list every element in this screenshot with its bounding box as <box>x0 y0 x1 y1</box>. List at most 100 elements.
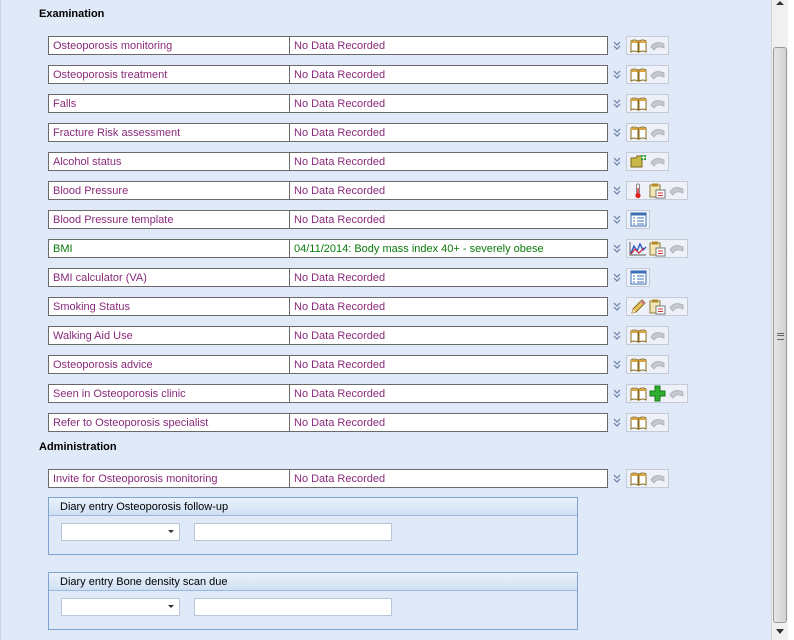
scroll-down-arrow-icon[interactable] <box>776 629 784 634</box>
add-folder-icon[interactable] <box>629 154 647 170</box>
data-entry-row[interactable]: Osteoporosis advice No Data Recorded <box>48 355 608 374</box>
row-action-group <box>626 413 669 432</box>
undo-icon[interactable] <box>667 386 685 402</box>
expand-chevron-icon[interactable] <box>610 414 624 432</box>
graph-icon[interactable] <box>629 241 647 257</box>
row-value[interactable]: No Data Recorded <box>290 124 607 141</box>
expand-chevron-icon[interactable] <box>610 240 624 258</box>
row-value[interactable]: No Data Recorded <box>290 95 607 112</box>
row-tools <box>610 64 669 85</box>
clipboard-icon[interactable] <box>648 183 666 199</box>
row-label: Seen in Osteoporosis clinic <box>49 385 290 402</box>
diary-text-field[interactable] <box>194 598 392 616</box>
pane-border <box>0 0 1 640</box>
vertical-scrollbar[interactable] <box>771 0 788 640</box>
book-icon[interactable] <box>629 38 647 54</box>
diary-panel-title: Diary entry Osteoporosis follow-up <box>49 498 577 516</box>
book-icon[interactable] <box>629 415 647 431</box>
book-icon[interactable] <box>629 386 647 402</box>
data-entry-row[interactable]: Walking Aid Use No Data Recorded <box>48 326 608 345</box>
row-value[interactable]: No Data Recorded <box>290 356 607 373</box>
undo-icon[interactable] <box>648 154 666 170</box>
diary-date-combo[interactable] <box>61 523 180 541</box>
diary-panel-title: Diary entry Bone density scan due <box>49 573 577 591</box>
undo-icon[interactable] <box>648 67 666 83</box>
book-icon[interactable] <box>629 96 647 112</box>
undo-icon[interactable] <box>648 96 666 112</box>
row-value[interactable]: No Data Recorded <box>290 414 607 431</box>
row-value[interactable]: No Data Recorded <box>290 327 607 344</box>
row-value[interactable]: No Data Recorded <box>290 37 607 54</box>
row-value[interactable]: No Data Recorded <box>290 269 607 286</box>
data-entry-row[interactable]: Refer to Osteoporosis specialist No Data … <box>48 413 608 432</box>
expand-chevron-icon[interactable] <box>610 182 624 200</box>
clipboard-icon[interactable] <box>648 299 666 315</box>
expand-chevron-icon[interactable] <box>610 269 624 287</box>
expand-chevron-icon[interactable] <box>610 211 624 229</box>
data-entry-row[interactable]: BMI 04/11/2014: Body mass index 40+ - sev… <box>48 239 608 258</box>
chevron-down-icon[interactable] <box>168 605 174 608</box>
undo-icon[interactable] <box>667 183 685 199</box>
data-entry-row[interactable]: Falls No Data Recorded <box>48 94 608 113</box>
row-label: Falls <box>49 95 290 112</box>
data-entry-row[interactable]: Invite for Osteoporosis monitoring No Dat… <box>48 469 608 488</box>
scroll-up-arrow-icon[interactable] <box>776 0 784 5</box>
chevron-down-icon[interactable] <box>168 530 174 533</box>
data-entry-row[interactable]: Fracture Risk assessment No Data Recorded <box>48 123 608 142</box>
undo-icon[interactable] <box>648 38 666 54</box>
row-tools <box>610 93 669 114</box>
data-entry-row[interactable]: Alcohol status No Data Recorded <box>48 152 608 171</box>
undo-icon[interactable] <box>648 357 666 373</box>
expand-chevron-icon[interactable] <box>610 66 624 84</box>
book-icon[interactable] <box>629 67 647 83</box>
row-label: Blood Pressure template <box>49 211 290 228</box>
undo-icon[interactable] <box>648 471 666 487</box>
template-list-icon[interactable] <box>629 212 647 228</box>
book-icon[interactable] <box>629 328 647 344</box>
expand-chevron-icon[interactable] <box>610 385 624 403</box>
pencil-icon[interactable] <box>629 298 647 315</box>
book-icon[interactable] <box>629 471 647 487</box>
undo-icon[interactable] <box>667 241 685 257</box>
expand-chevron-icon[interactable] <box>610 124 624 142</box>
row-value[interactable]: 04/11/2014: Body mass index 40+ - severe… <box>290 240 607 257</box>
row-value[interactable]: No Data Recorded <box>290 153 607 170</box>
expand-chevron-icon[interactable] <box>610 37 624 55</box>
data-entry-row[interactable]: Osteoporosis monitoring No Data Recorded <box>48 36 608 55</box>
row-value[interactable]: No Data Recorded <box>290 66 607 83</box>
clipboard-icon[interactable] <box>648 241 666 257</box>
data-entry-row[interactable]: Smoking Status No Data Recorded <box>48 297 608 316</box>
data-entry-row[interactable]: Seen in Osteoporosis clinic No Data Recor… <box>48 384 608 403</box>
undo-icon[interactable] <box>648 328 666 344</box>
row-value[interactable]: No Data Recorded <box>290 470 607 487</box>
undo-icon[interactable] <box>648 415 666 431</box>
diary-date-combo[interactable] <box>61 598 180 616</box>
template-list-icon[interactable] <box>629 270 647 286</box>
thermometer-icon[interactable] <box>629 183 647 199</box>
undo-icon[interactable] <box>648 125 666 141</box>
row-action-group <box>626 181 688 200</box>
book-icon[interactable] <box>629 125 647 141</box>
expand-chevron-icon[interactable] <box>610 470 624 488</box>
row-tools <box>610 238 688 259</box>
row-value[interactable]: No Data Recorded <box>290 298 607 315</box>
expand-chevron-icon[interactable] <box>610 153 624 171</box>
expand-chevron-icon[interactable] <box>610 95 624 113</box>
row-value[interactable]: No Data Recorded <box>290 182 607 199</box>
row-value[interactable]: No Data Recorded <box>290 211 607 228</box>
data-entry-row[interactable]: Osteoporosis treatment No Data Recorded <box>48 65 608 84</box>
diary-text-field[interactable] <box>194 523 392 541</box>
expand-chevron-icon[interactable] <box>610 356 624 374</box>
book-icon[interactable] <box>629 357 647 373</box>
row-label: Invite for Osteoporosis monitoring <box>49 470 290 487</box>
data-entry-row[interactable]: Blood Pressure template No Data Recorded <box>48 210 608 229</box>
row-value[interactable]: No Data Recorded <box>290 385 607 402</box>
plus-icon[interactable] <box>648 385 666 402</box>
scrollbar-thumb[interactable] <box>773 47 787 623</box>
expand-chevron-icon[interactable] <box>610 298 624 316</box>
data-entry-row[interactable]: BMI calculator (VA) No Data Recorded <box>48 268 608 287</box>
expand-chevron-icon[interactable] <box>610 327 624 345</box>
row-tools <box>610 209 650 230</box>
data-entry-row[interactable]: Blood Pressure No Data Recorded <box>48 181 608 200</box>
undo-icon[interactable] <box>667 299 685 315</box>
